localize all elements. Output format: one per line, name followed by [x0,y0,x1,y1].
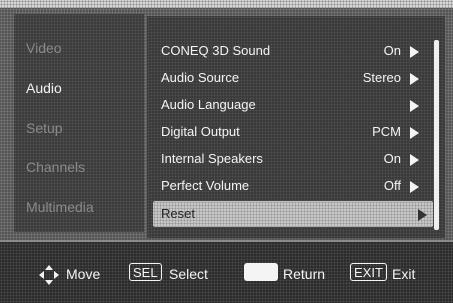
menu-item-label: Reset [161,206,195,221]
menu-item-value: PCM [372,124,401,139]
menu-item-coneq-3d-sound[interactable]: CONEQ 3D Sound On [147,38,431,64]
scrollbar[interactable] [434,40,439,230]
menu-item-value: Stereo [362,70,401,85]
menu-item-digital-output[interactable]: Digital Output PCM [147,119,431,145]
move-hint: Move [66,266,101,282]
right-arrow-icon [418,209,427,221]
sel-key: SEL [129,263,162,281]
top-border [0,0,453,8]
select-hint: Select [169,266,208,282]
menu-item-label: Digital Output [161,124,240,139]
four-way-arrow-icon [39,265,59,285]
menu-item-label: Audio Source [161,70,240,85]
menu-item-value: On [383,151,401,166]
category-audio[interactable]: Audio [26,80,62,96]
menu-item-label: Perfect Volume [161,178,250,193]
tv-screen: Video Audio Setup Channels Multimedia CO… [0,0,453,303]
right-arrow-icon [410,46,419,58]
audio-settings-panel: CONEQ 3D Sound On Audio Source Stereo Au… [147,16,445,238]
menu-item-label: Internal Speakers [161,151,263,166]
menu-item-label: Audio Language [161,97,256,112]
category-video[interactable]: Video [26,40,62,56]
menu-item-perfect-volume[interactable]: Perfect Volume Off [147,173,431,199]
divider [0,240,453,242]
menu-item-value: On [383,43,401,58]
menu-item-label: CONEQ 3D Sound [161,43,271,58]
right-arrow-icon [410,127,419,139]
menu-item-reset[interactable]: Reset [153,201,433,227]
return-hint: Return [283,266,326,282]
category-channels[interactable]: Channels [26,159,85,175]
exit-hint: Exit [392,266,416,282]
menu-item-audio-language[interactable]: Audio Language [147,92,431,118]
category-setup[interactable]: Setup [26,120,63,136]
right-arrow-icon [410,181,419,193]
menu-item-value: Off [383,178,401,193]
menu-item-internal-speakers[interactable]: Internal Speakers On [147,146,431,172]
menu-item-audio-source[interactable]: Audio Source Stereo [147,65,431,91]
return-key [244,263,278,281]
right-arrow-icon [410,100,419,112]
right-arrow-icon [410,73,419,85]
exit-key: EXIT [350,263,387,281]
right-arrow-icon [410,154,419,166]
category-multimedia[interactable]: Multimedia [26,199,94,215]
